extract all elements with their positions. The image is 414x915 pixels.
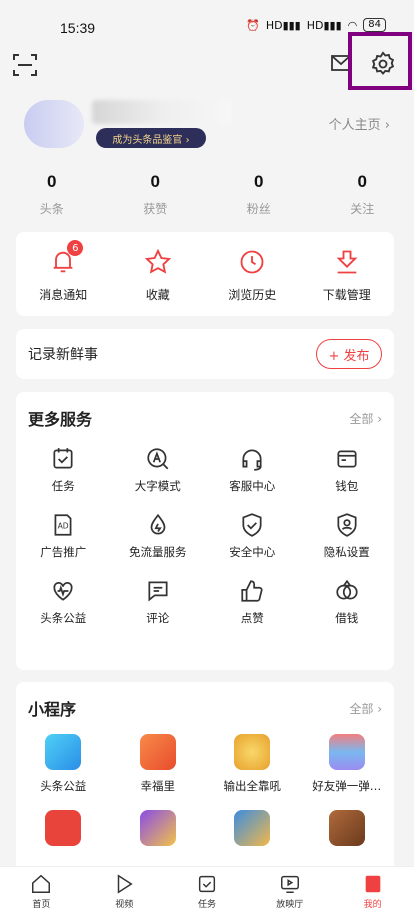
- service-privacy-settings[interactable]: 隐私设置: [300, 512, 395, 560]
- service-loan[interactable]: 借钱: [300, 578, 395, 626]
- task-icon: [53, 448, 73, 469]
- mini-program-item[interactable]: 输出全靠吼: [205, 734, 300, 794]
- reviewer-badge[interactable]: 成为头条品鉴官 ›: [96, 128, 206, 148]
- mini-programs-card: 小程序 全部 › 头条公益 幸福里 输出全靠吼 好友弹一弹…: [16, 682, 394, 872]
- bell-icon: 6: [49, 240, 84, 276]
- game-app-icon: [234, 734, 271, 770]
- download-icon: [333, 248, 361, 276]
- service-customer-center[interactable]: 客服中心: [205, 446, 300, 494]
- mini-program-item[interactable]: 幸福里: [111, 734, 206, 794]
- service-ad-promotion[interactable]: AD 广告推广: [16, 512, 111, 560]
- stat-likes[interactable]: 0 获赞: [104, 172, 208, 217]
- loan-icon: [336, 579, 358, 600]
- scan-icon[interactable]: [12, 52, 38, 82]
- quick-notifications[interactable]: 6 消息通知: [16, 232, 111, 316]
- mini-program-item[interactable]: [16, 810, 111, 846]
- headset-icon: [242, 449, 262, 471]
- section-title: 小程序: [28, 700, 77, 719]
- service-task[interactable]: 任务: [16, 446, 111, 494]
- ad-icon: AD: [54, 514, 72, 536]
- stat-headlines[interactable]: 0 头条: [0, 172, 104, 217]
- wallet-icon: [337, 450, 357, 468]
- battery-icon: 84: [363, 18, 386, 32]
- tab-me[interactable]: 我的: [331, 867, 414, 915]
- more-services-card: 更多服务 全部 › 任务 大字模式 客服中心 钱包 AD 广告推广 免流量服务 …: [16, 392, 394, 670]
- tab-tasks[interactable]: 任务: [166, 867, 249, 915]
- mini-program-item[interactable]: [111, 810, 206, 846]
- status-icons: ⏰ HD▮▮▮ HD▮▮▮ ◠ 84: [246, 18, 386, 32]
- large-font-icon: [147, 448, 169, 470]
- task-tab-icon: [198, 875, 216, 893]
- screen-icon: [280, 875, 299, 893]
- avatar[interactable]: [24, 100, 84, 148]
- username-blurred: [92, 100, 232, 124]
- section-title: 更多服务: [28, 410, 93, 429]
- services-grid: 任务 大字模式 客服中心 钱包 AD 广告推广 免流量服务 安全中心 隐私设置 …: [16, 444, 394, 626]
- mini-program-item[interactable]: 头条公益: [16, 734, 111, 794]
- quick-actions-card: 6 消息通知 收藏 浏览历史 下载管理: [16, 232, 394, 316]
- alarm-icon: ⏰: [246, 18, 260, 32]
- notification-count-badge: 6: [67, 240, 84, 256]
- xingfuli-app-icon: [139, 734, 176, 770]
- view-all-link[interactable]: 全部 ›: [349, 410, 382, 427]
- tab-home[interactable]: 首页: [0, 867, 83, 915]
- quick-history[interactable]: 浏览历史: [205, 232, 300, 316]
- service-likes[interactable]: 点赞: [205, 578, 300, 626]
- stats-row: 0 头条 0 获赞 0 粉丝 0 关注: [0, 172, 414, 217]
- mini-programs-grid: 头条公益 幸福里 输出全靠吼 好友弹一弹…: [16, 734, 394, 846]
- quick-favorites[interactable]: 收藏: [111, 232, 206, 316]
- gameboy-app-icon: [45, 810, 82, 846]
- star-character-app-icon: [139, 810, 176, 846]
- bottom-tab-bar: 首页 视频 任务 放映厅 我的: [0, 866, 414, 915]
- wood-blocks-app-icon: [328, 810, 365, 846]
- star-icon: [144, 248, 172, 276]
- charity-icon: [53, 582, 73, 601]
- status-time: 15:39: [60, 20, 96, 36]
- stat-following[interactable]: 0 关注: [311, 172, 414, 217]
- wifi-icon: ◠: [347, 18, 358, 32]
- comment-icon: [148, 581, 168, 602]
- service-security-center[interactable]: 安全中心: [205, 512, 300, 560]
- mini-program-item[interactable]: 好友弹一弹…: [300, 734, 395, 794]
- signal-icon-2: HD▮▮▮: [306, 18, 342, 32]
- svg-text:AD: AD: [58, 521, 69, 530]
- profile-tab-icon: [365, 875, 380, 893]
- tab-screening[interactable]: 放映厅: [248, 867, 331, 915]
- data-free-icon: [150, 513, 166, 535]
- stat-followers[interactable]: 0 粉丝: [207, 172, 311, 217]
- thumbs-up-icon: [241, 580, 263, 602]
- mini-program-item[interactable]: [300, 810, 395, 846]
- bounce-game-app-icon: [328, 734, 365, 770]
- tab-video[interactable]: 视频: [83, 867, 166, 915]
- publish-button[interactable]: + 发布: [316, 339, 382, 369]
- post-prompt: 记录新鲜事: [28, 347, 98, 363]
- mini-program-item[interactable]: [205, 810, 300, 846]
- play-icon: [117, 874, 133, 894]
- view-all-link[interactable]: 全部 ›: [349, 700, 382, 717]
- personal-homepage-link[interactable]: 个人主页 ›: [329, 114, 390, 133]
- sunglasses-character-app-icon: [234, 810, 271, 846]
- service-comments[interactable]: 评论: [111, 578, 206, 626]
- settings-highlight-box: [348, 32, 412, 90]
- post-card: 记录新鲜事 + 发布: [16, 329, 394, 379]
- signal-icon-1: HD▮▮▮: [265, 18, 301, 32]
- charity-app-icon: [45, 734, 82, 770]
- shield-icon: [242, 513, 262, 537]
- quick-downloads[interactable]: 下载管理: [300, 232, 395, 316]
- home-icon: [32, 874, 51, 893]
- service-large-font[interactable]: 大字模式: [111, 446, 206, 494]
- service-data-free[interactable]: 免流量服务: [111, 512, 206, 560]
- clock-icon: [238, 248, 266, 276]
- service-charity[interactable]: 头条公益: [16, 578, 111, 626]
- service-wallet[interactable]: 钱包: [300, 446, 395, 494]
- privacy-icon: [337, 513, 357, 537]
